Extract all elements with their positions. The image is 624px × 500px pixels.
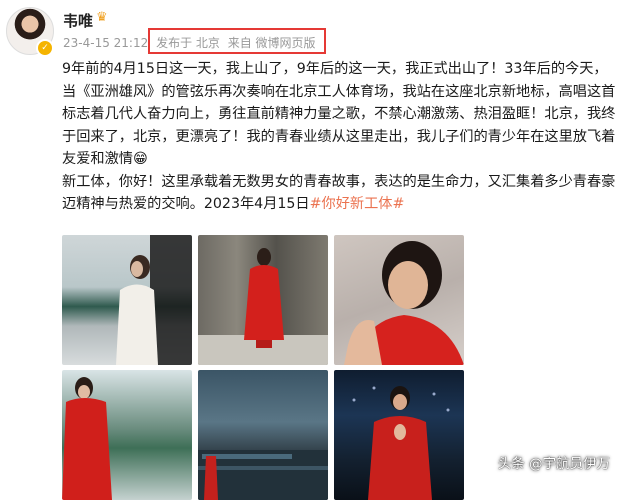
post-paragraph-2: 新工体，你好！这里承载着无数男女的青春故事，表达的是生命力，又汇集着多少青春豪迈… (62, 173, 616, 213)
post-photo-5[interactable] (198, 370, 328, 500)
post-photo-3[interactable] (334, 235, 464, 365)
post-photo-2[interactable] (198, 235, 328, 365)
red-highlight-box (148, 28, 326, 54)
post-photo-4[interactable] (62, 370, 192, 500)
verified-badge-icon: ✓ (36, 39, 54, 57)
post-body: 9年前的4月15日这一天，我上山了，9年后的这一天，我正式出山了！33年后的今天… (62, 58, 618, 216)
post-photo-1[interactable] (62, 235, 192, 365)
crown-icon: ♛ (96, 10, 108, 25)
post-paragraph-1: 9年前的4月15日这一天，我上山了，9年后的这一天，我正式出山了！33年后的今天… (62, 61, 616, 167)
post-photo-6[interactable] (334, 370, 464, 500)
grin-emoji-icon: 😁 (132, 151, 148, 167)
post-timestamp[interactable]: 23-4-15 21:12 (63, 36, 148, 50)
username[interactable]: 韦唯 (63, 10, 93, 31)
hashtag-link[interactable]: #你好新工体# (310, 196, 405, 212)
watermark-text: 头条 @宇航员伊万 (497, 456, 610, 472)
